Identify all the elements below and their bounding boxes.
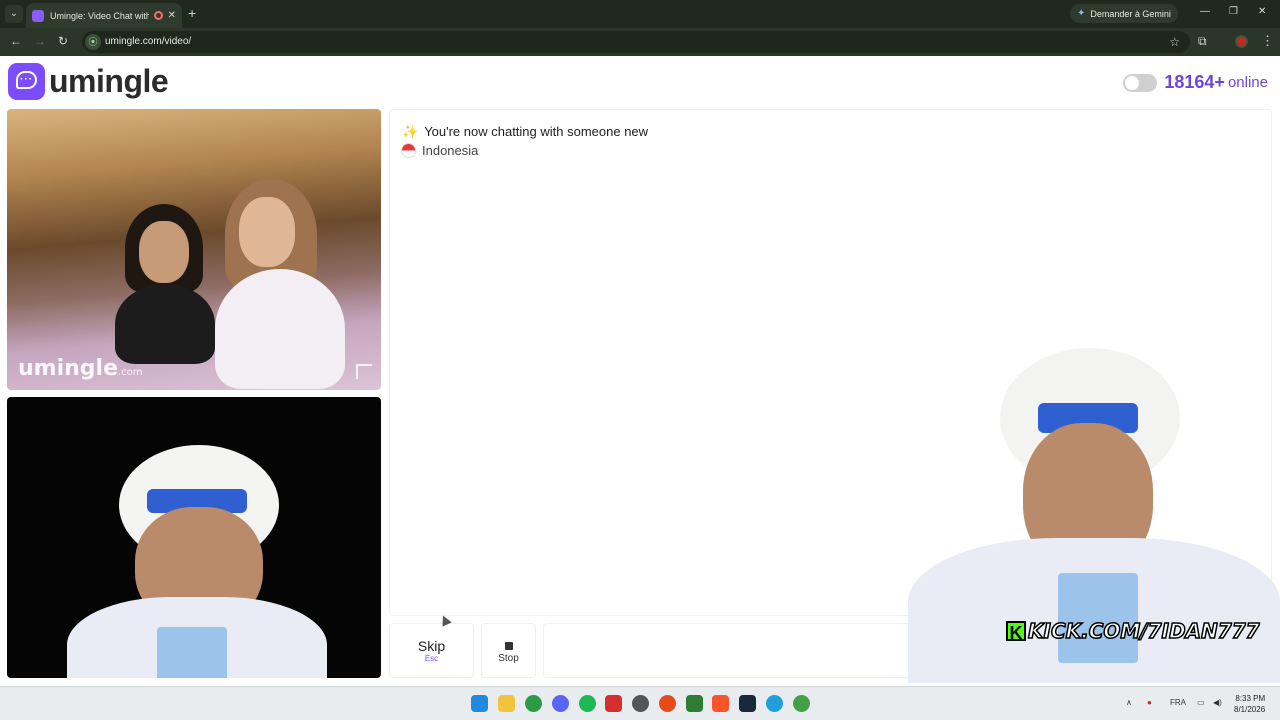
input-language[interactable]: FRA bbox=[1170, 698, 1186, 707]
browser-tab-umingle[interactable]: Umingle: Video Chat with S ✕ bbox=[26, 3, 182, 28]
skip-label: Skip bbox=[417, 638, 446, 654]
discord-icon[interactable] bbox=[552, 695, 569, 712]
browser-tab-bar: ⌄ Umingle: Video Chat with S ✕ + ✦ Deman… bbox=[0, 0, 1280, 28]
file-explorer-icon[interactable] bbox=[498, 695, 515, 712]
brave-icon[interactable] bbox=[712, 695, 729, 712]
media-app-icon[interactable] bbox=[605, 695, 622, 712]
kick-channel-url: KICK.COM/7IDAN777 bbox=[1027, 618, 1260, 644]
skip-shortcut-hint: Esc bbox=[424, 654, 439, 663]
restore-window-icon[interactable]: ❐ bbox=[1229, 6, 1238, 17]
back-arrow-icon[interactable]: ← bbox=[10, 34, 22, 48]
gemini-label: Demander à Gemini bbox=[1090, 8, 1171, 19]
bookmark-star-icon[interactable]: ☆ bbox=[1169, 35, 1180, 49]
chrome-alt-icon[interactable] bbox=[659, 695, 676, 712]
browser-menu-kebab-icon[interactable]: ⋮ bbox=[1261, 33, 1274, 49]
address-bar[interactable]: ⦿ umingle.com/video/ ☆ bbox=[82, 31, 1190, 53]
theme-toggle-switch[interactable] bbox=[1123, 73, 1158, 92]
chrome-profile-icon[interactable] bbox=[793, 695, 810, 712]
close-window-icon[interactable]: ✕ bbox=[1258, 6, 1266, 17]
volume-icon[interactable]: ◀) bbox=[1213, 698, 1222, 707]
ask-gemini-button[interactable]: ✦ Demander à Gemini bbox=[1070, 4, 1178, 23]
windows-taskbar: ∧ ● FRA ▭ ◀) 8:33 PM 8/1/2026 bbox=[0, 686, 1280, 720]
video-watermark: umingle.com bbox=[18, 356, 143, 381]
site-info-icon[interactable]: ⦿ bbox=[85, 34, 101, 50]
tab-search-chevron-icon[interactable]: ⌄ bbox=[5, 5, 23, 23]
url-text[interactable]: umingle.com/video/ bbox=[105, 36, 191, 47]
kick-logo-icon: K bbox=[1006, 621, 1026, 643]
steam-icon[interactable] bbox=[739, 695, 756, 712]
clock-time: 8:33 PM bbox=[1235, 694, 1266, 703]
chrome-icon[interactable] bbox=[525, 695, 542, 712]
sparkles-icon: ✨ bbox=[402, 124, 419, 139]
tab-close-icon[interactable]: ✕ bbox=[168, 10, 176, 21]
extensions-puzzle-icon[interactable]: ⧉ bbox=[1198, 34, 1207, 49]
stranger-video: umingle.com bbox=[7, 109, 381, 390]
obs-icon[interactable] bbox=[632, 695, 649, 712]
self-video bbox=[7, 397, 381, 678]
online-counter: 18164+ online bbox=[1123, 72, 1268, 93]
stranger-country: Indonesia bbox=[401, 143, 478, 158]
country-name: Indonesia bbox=[422, 143, 479, 158]
online-count: 18164+ bbox=[1164, 72, 1225, 92]
clock-date: 8/1/2026 bbox=[1234, 705, 1266, 714]
reload-icon[interactable]: ↻ bbox=[58, 34, 68, 48]
stop-button[interactable]: Stop bbox=[481, 623, 536, 678]
minimize-window-icon[interactable]: — bbox=[1200, 6, 1210, 17]
telegram-icon[interactable] bbox=[766, 695, 783, 712]
display-icon[interactable]: ▭ bbox=[1197, 698, 1205, 707]
indonesia-flag-icon bbox=[401, 143, 416, 158]
chat-bubble-logo-icon: ··· bbox=[8, 63, 45, 100]
new-tab-button[interactable]: + bbox=[188, 5, 196, 21]
kick-channel-banner: K KICK.COM/7IDAN777 bbox=[1000, 618, 1266, 644]
report-flag-icon[interactable] bbox=[356, 364, 372, 379]
umingle-page: ··· umingle 18164+ online umingle.com ✨ Y… bbox=[0, 56, 1280, 683]
spotify-icon[interactable] bbox=[579, 695, 596, 712]
microphone-icon[interactable]: ● bbox=[1147, 698, 1152, 707]
logo-text: umingle bbox=[49, 63, 169, 99]
play-app-icon[interactable] bbox=[686, 695, 703, 712]
stop-square-icon bbox=[504, 642, 513, 650]
online-label: online bbox=[1227, 74, 1268, 91]
connection-status-message: ✨ You're now chatting with someone new bbox=[402, 124, 649, 139]
windows-start-icon[interactable] bbox=[471, 695, 488, 712]
taskbar-clock[interactable]: 8:33 PM 8/1/2026 bbox=[1234, 693, 1265, 715]
tray-chevron-up-icon[interactable]: ∧ bbox=[1126, 698, 1132, 707]
gemini-sparkle-icon: ✦ bbox=[1077, 8, 1086, 19]
recording-indicator-icon bbox=[153, 11, 163, 20]
tab-title: Umingle: Video Chat with S bbox=[50, 10, 149, 21]
profile-avatar-icon[interactable] bbox=[1235, 35, 1248, 48]
stop-label: Stop bbox=[498, 653, 519, 664]
skip-button[interactable]: Skip Esc bbox=[389, 623, 474, 678]
browser-toolbar: ← → ↻ ⦿ umingle.com/video/ ☆ ⧉ ⋮ bbox=[0, 28, 1280, 56]
forward-arrow-icon[interactable]: → bbox=[34, 34, 46, 48]
umingle-logo[interactable]: ··· umingle bbox=[8, 63, 169, 100]
umingle-favicon-icon bbox=[32, 9, 44, 22]
